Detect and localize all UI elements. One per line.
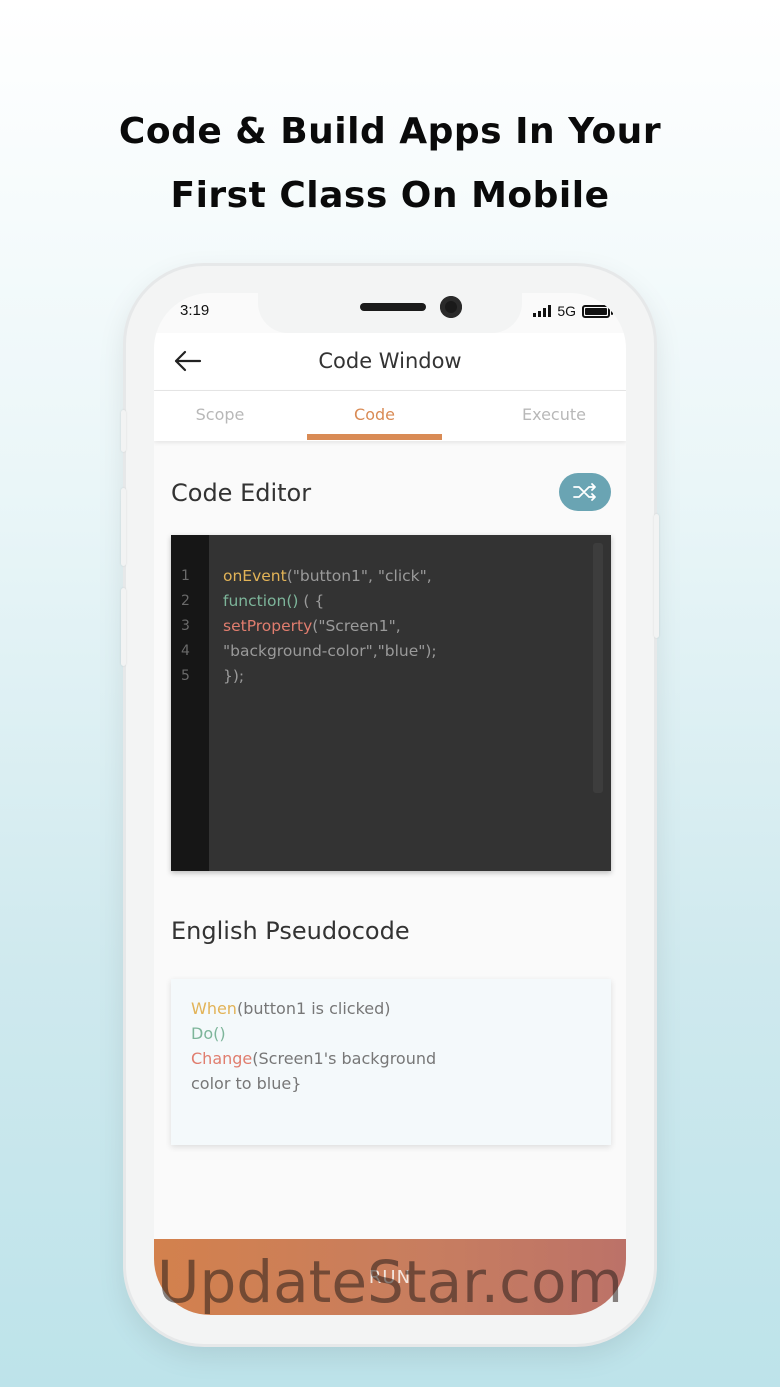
tab-execute[interactable]: Execute [504, 405, 604, 424]
battery-icon [582, 304, 613, 318]
code-text: ("button1", "click", [286, 567, 432, 585]
code-keyword: onEvent [223, 567, 287, 585]
pseudo-keyword: Change [191, 1049, 253, 1068]
page-title: Code Window [318, 349, 462, 373]
code-text: "background-color","blue"); [223, 642, 437, 660]
line-number: 3 [181, 618, 190, 634]
shuffle-icon [573, 483, 596, 501]
code-line: function() ( { [223, 592, 324, 610]
line-number: 4 [181, 643, 190, 659]
phone-volume-up [121, 488, 126, 566]
code-keyword: setProperty [223, 617, 313, 635]
code-line: "background-color","blue"); [223, 642, 437, 660]
pseudocode-line: Change(Screen1's background [191, 1049, 436, 1068]
status-indicators: 5G [533, 303, 613, 319]
app-bar: Code Window [154, 333, 626, 391]
pseudo-text: color to blue} [191, 1074, 302, 1093]
pseudo-keyword: When [191, 999, 237, 1018]
pseudocode-line: Do() [191, 1024, 226, 1043]
phone-power-button [654, 514, 659, 638]
phone-mute-switch [121, 410, 126, 452]
signal-icon [533, 305, 552, 317]
pseudocode-line: color to blue} [191, 1074, 301, 1093]
speaker-grille [360, 303, 426, 311]
pseudo-keyword: Do() [191, 1024, 226, 1043]
network-type: 5G [557, 303, 576, 319]
code-text: ("Screen1", [312, 617, 401, 635]
pseudocode-panel: When(button1 is clicked) Do() Change(Scr… [171, 979, 611, 1145]
watermark-text: UpdateStar.com [157, 1248, 623, 1316]
pseudocode-line: When(button1 is clicked) [191, 999, 391, 1018]
line-number: 2 [181, 593, 190, 609]
headline-line-1: Code & Build Apps In Your [118, 111, 662, 152]
tab-scope[interactable]: Scope [172, 405, 268, 424]
code-text: ( { [298, 592, 325, 610]
notch [258, 293, 522, 333]
code-line: }); [223, 667, 244, 685]
code-text: }); [223, 667, 245, 685]
line-number-gutter: 1 2 3 4 5 [171, 535, 209, 871]
promo-headline: Code & Build Apps In Your First Class On… [0, 100, 780, 228]
code-editor[interactable]: 1 2 3 4 5 onEvent("button1", "click", fu… [171, 535, 611, 871]
shuffle-button[interactable] [559, 473, 611, 511]
code-line: setProperty("Screen1", [223, 617, 401, 635]
headline-line-2: First Class On Mobile [170, 175, 610, 216]
code-line: onEvent("button1", "click", [223, 567, 432, 585]
editor-scrollbar[interactable] [593, 543, 603, 793]
pseudocode-title: English Pseudocode [171, 917, 410, 945]
line-number: 5 [181, 668, 190, 684]
tab-code[interactable]: Code [307, 405, 442, 424]
pseudo-text: (button1 is clicked) [236, 999, 391, 1018]
line-number: 1 [181, 568, 190, 584]
phone-screen: 3:19 5G Code Window Scope Code Execute C… [154, 293, 626, 1315]
pseudo-text: (Screen1's background [252, 1049, 437, 1068]
code-editor-title: Code Editor [171, 479, 312, 507]
phone-volume-down [121, 588, 126, 666]
front-camera [440, 296, 462, 318]
active-tab-indicator [307, 434, 442, 440]
status-time: 3:19 [180, 302, 210, 319]
code-keyword: function() [223, 592, 299, 610]
